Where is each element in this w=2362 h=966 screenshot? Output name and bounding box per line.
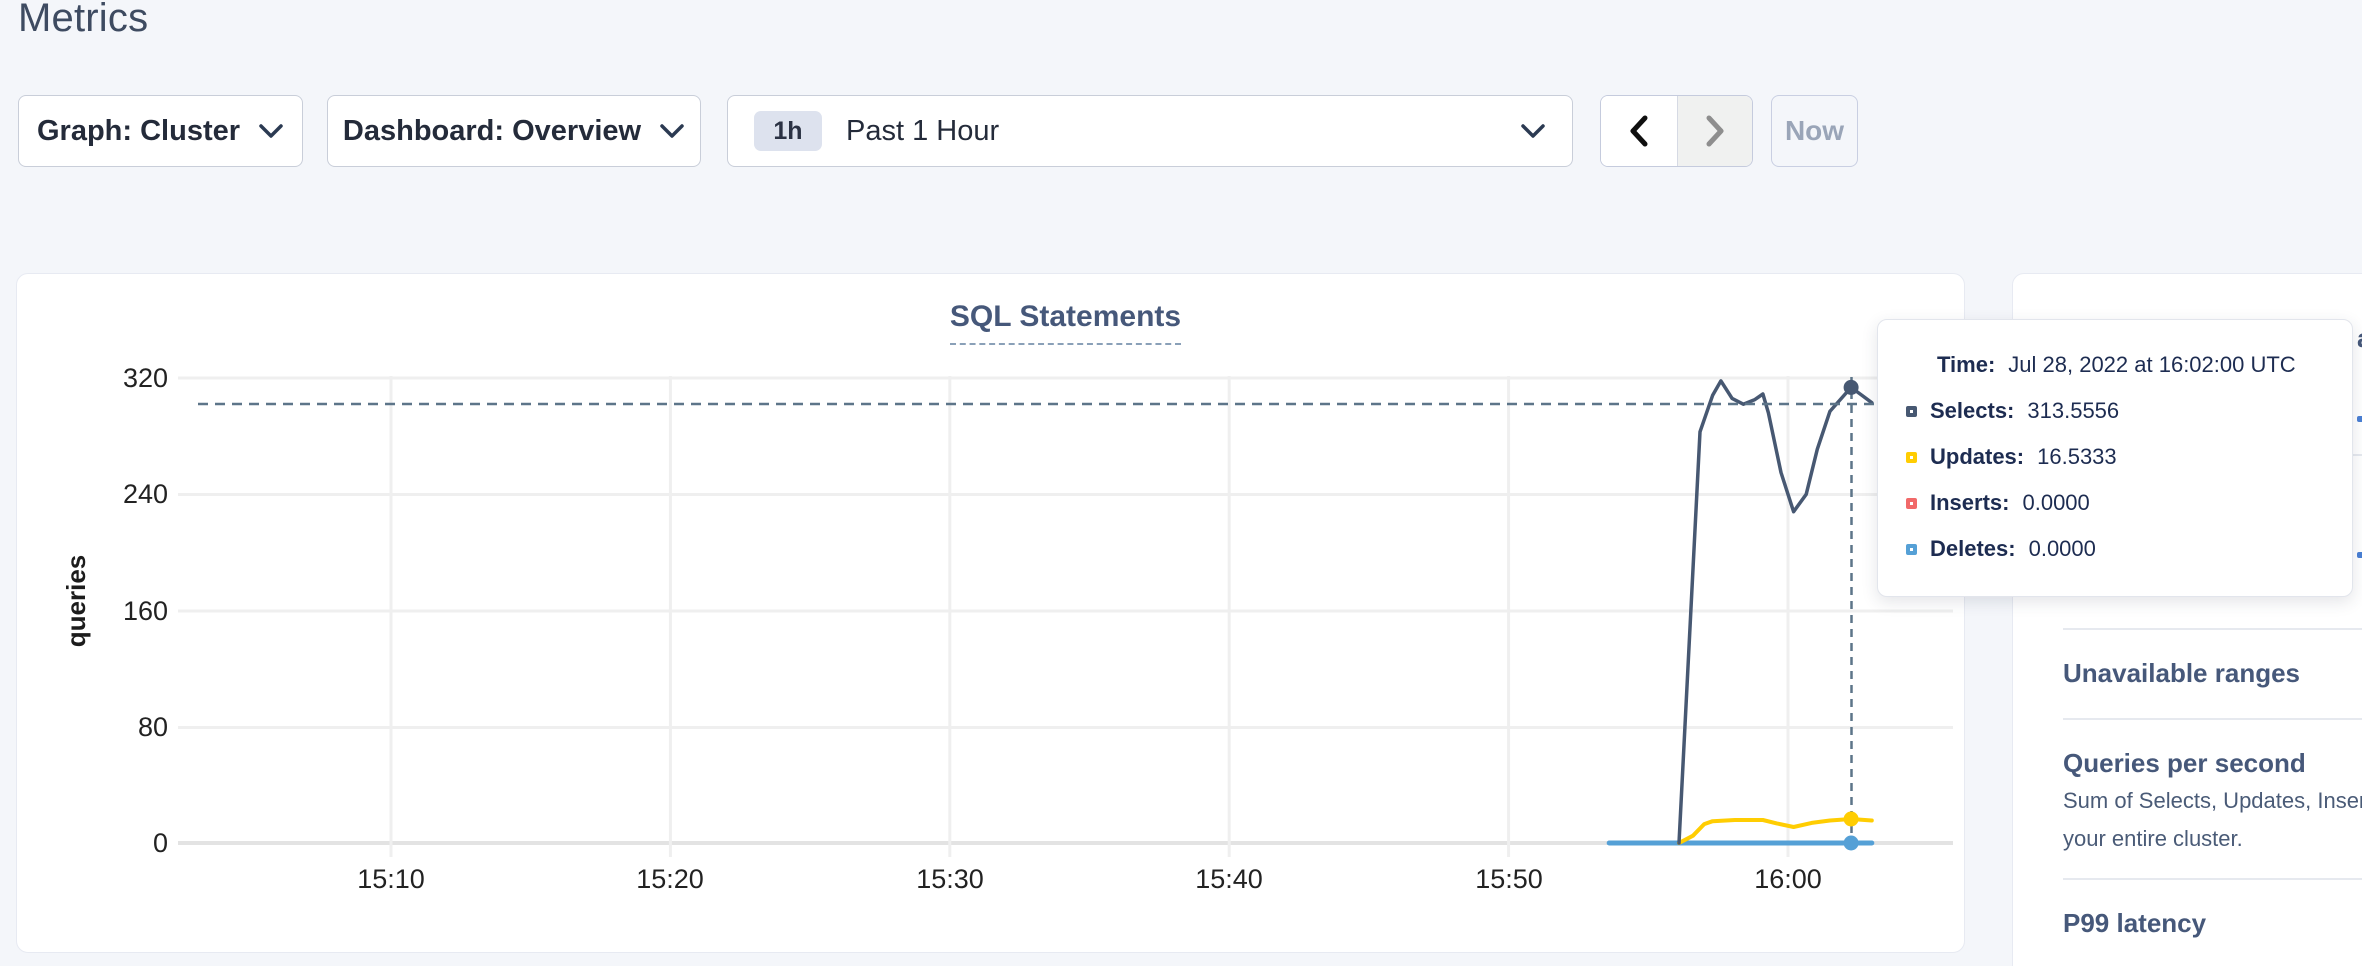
next-time-window-button[interactable] <box>1677 96 1753 166</box>
updates-label: Updates: <box>1930 444 2024 470</box>
x-tick-1510: 15:10 <box>321 864 461 895</box>
selects-label: Selects: <box>1930 398 2014 424</box>
prev-time-window-button[interactable] <box>1601 96 1677 166</box>
page-title: Metrics <box>18 0 148 41</box>
tooltip-time-label: Time: <box>1937 352 1995 378</box>
inserts-value: 0.0000 <box>2022 490 2089 516</box>
inserts-label: Inserts: <box>1930 490 2009 516</box>
y-tick-80: 80 <box>60 711 168 743</box>
clipped-divider <box>2353 454 2362 456</box>
y-tick-240: 240 <box>60 478 168 510</box>
time-window-nav <box>1600 95 1753 167</box>
clipped-link-fragment <box>2357 552 2362 558</box>
clipped-heading-fragment: a <box>2357 323 2362 354</box>
sidebar-heading-p99-latency: P99 latency <box>2063 908 2206 939</box>
tooltip-series-row: Selects: 313.5556 <box>1906 400 2352 422</box>
y-tick-160: 160 <box>60 595 168 627</box>
chart-hover-tooltip: Time: Jul 28, 2022 at 16:02:00 UTC Selec… <box>1877 319 2353 597</box>
divider <box>2063 718 2362 720</box>
sidebar-desc-line: your entire cluster. <box>2063 820 2243 858</box>
tooltip-series-row: Inserts: 0.0000 <box>1906 492 2352 514</box>
updates-value: 16.5333 <box>2037 444 2117 470</box>
x-tick-1550: 15:50 <box>1439 864 1579 895</box>
dashboard-dropdown[interactable]: Dashboard: Overview <box>327 95 701 167</box>
tooltip-series-row: Deletes: 0.0000 <box>1906 538 2352 560</box>
divider <box>2063 628 2362 630</box>
chart-title-wrap: SQL Statements <box>178 300 1953 345</box>
y-tick-320: 320 <box>60 362 168 394</box>
x-tick-1600: 16:00 <box>1718 864 1858 895</box>
now-button[interactable]: Now <box>1771 95 1858 167</box>
chevron-down-icon <box>258 123 284 139</box>
tooltip-time-value: Jul 28, 2022 at 16:02:00 UTC <box>2008 352 2295 378</box>
chevron-left-icon <box>1629 115 1649 147</box>
dashboard-dropdown-label: Dashboard: Overview <box>343 115 641 148</box>
chevron-right-icon <box>1705 115 1725 147</box>
updates-legend-swatch <box>1906 452 1917 463</box>
time-range-dropdown[interactable]: 1h Past 1 Hour <box>727 95 1573 167</box>
chevron-down-icon <box>1520 123 1546 139</box>
graph-scope-dropdown-label: Graph: Cluster <box>37 115 240 148</box>
x-tick-1530: 15:30 <box>880 864 1020 895</box>
deletes-label: Deletes: <box>1930 536 2016 562</box>
y-tick-0: 0 <box>60 827 168 859</box>
selects-legend-swatch <box>1906 406 1917 417</box>
tooltip-time-row: Time: Jul 28, 2022 at 16:02:00 UTC <box>1937 354 2352 376</box>
graph-scope-dropdown[interactable]: Graph: Cluster <box>18 95 303 167</box>
sql-statements-chart-card <box>16 273 1965 953</box>
metrics-page: Metrics Graph: Cluster Dashboard: Overvi… <box>0 0 2362 966</box>
chevron-down-icon <box>659 123 685 139</box>
deletes-legend-swatch <box>1906 544 1917 555</box>
inserts-legend-swatch <box>1906 498 1917 509</box>
time-range-badge: 1h <box>754 111 822 151</box>
sidebar-heading-queries-per-second: Queries per second <box>2063 748 2306 779</box>
time-range-label: Past 1 Hour <box>846 115 999 148</box>
x-tick-1540: 15:40 <box>1159 864 1299 895</box>
chart-title[interactable]: SQL Statements <box>950 300 1181 345</box>
divider <box>2063 878 2362 880</box>
sidebar-desc-line: Sum of Selects, Updates, Inser <box>2063 782 2362 820</box>
clipped-link-fragment <box>2357 416 2362 422</box>
deletes-value: 0.0000 <box>2029 536 2096 562</box>
x-tick-1520: 15:20 <box>600 864 740 895</box>
sidebar-heading-unavailable-ranges: Unavailable ranges <box>2063 658 2300 689</box>
tooltip-series-row: Updates: 16.5333 <box>1906 446 2352 468</box>
selects-value: 313.5556 <box>2027 398 2119 424</box>
